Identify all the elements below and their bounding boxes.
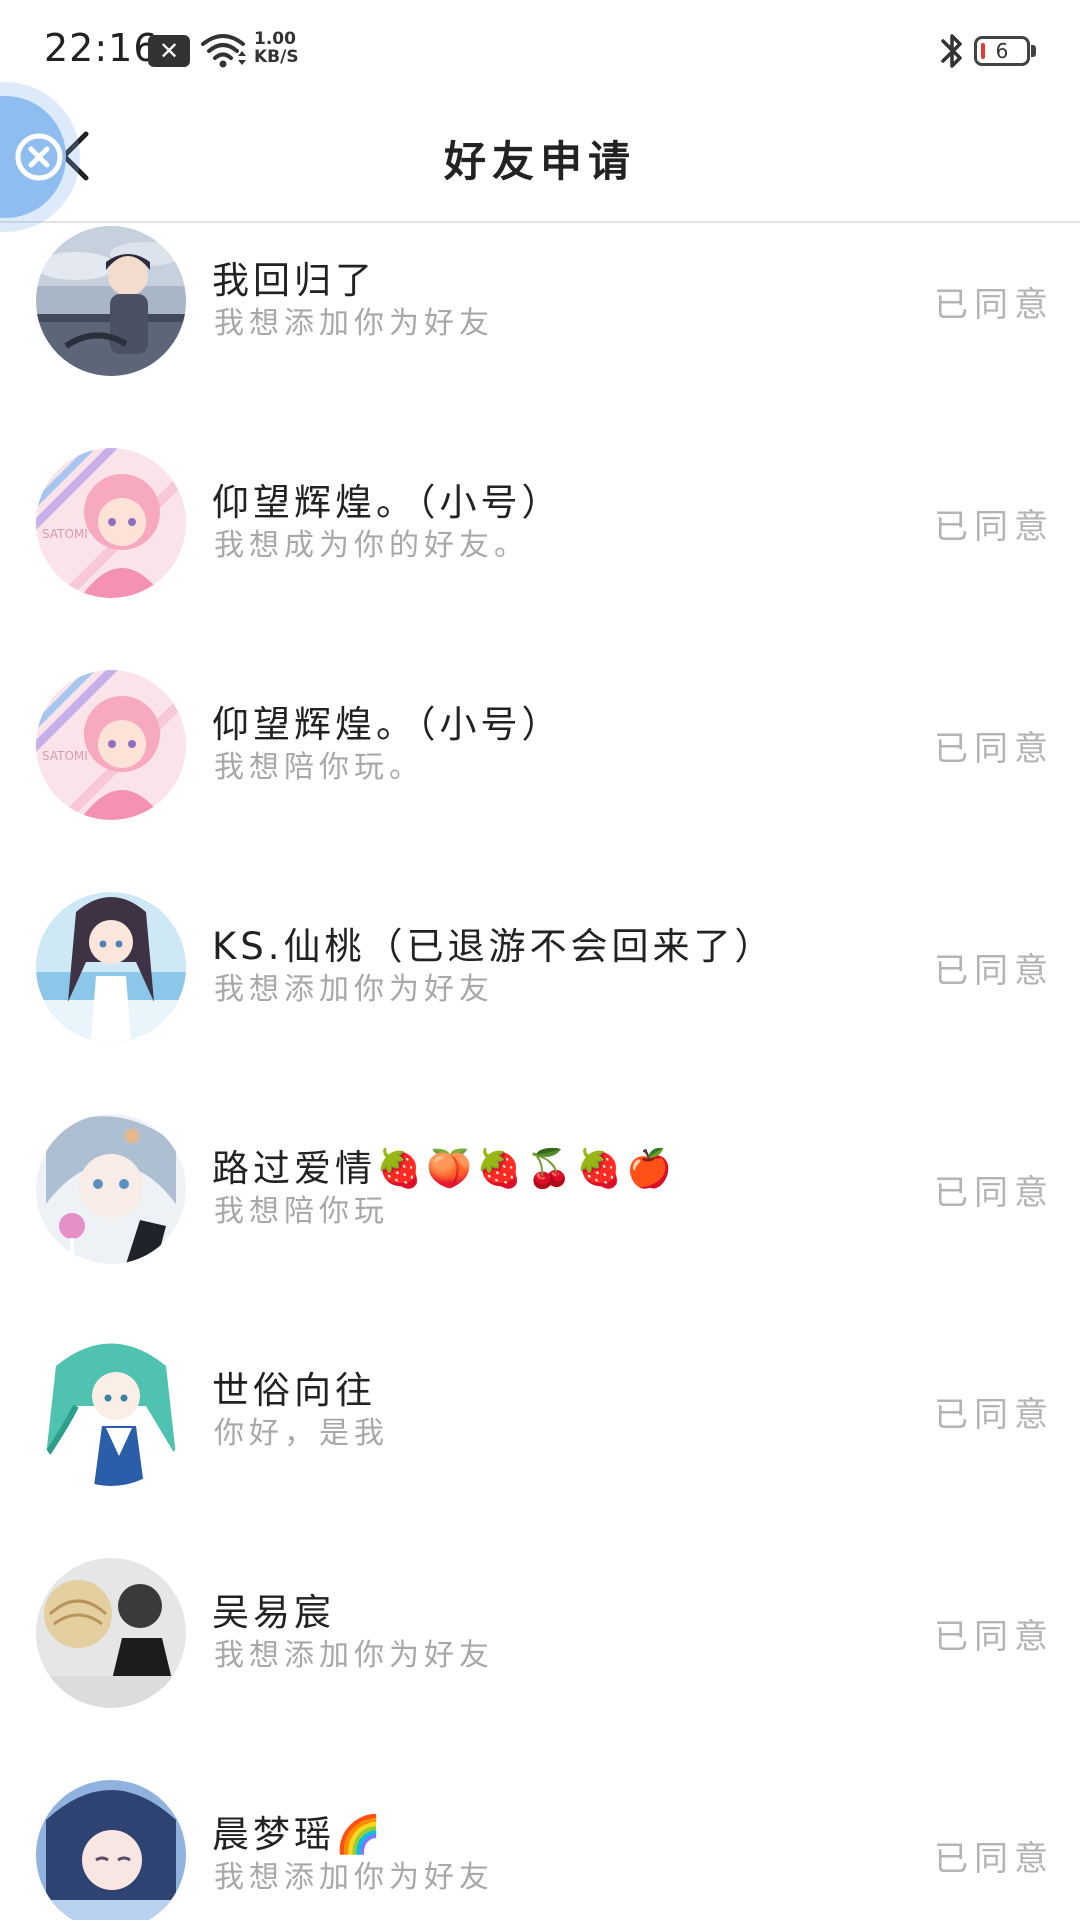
battery-icon: 6: [974, 36, 1030, 66]
avatar[interactable]: SATOMI: [36, 670, 186, 820]
list-item[interactable]: SATOMI 仰望辉煌。（小号） 我想陪你玩。 已同意: [0, 666, 1080, 888]
list-item[interactable]: 晨梦瑶🌈 我想添加你为好友 已同意: [0, 1776, 1080, 1920]
request-message: 我想陪你玩。: [214, 750, 424, 785]
request-status: 已同意: [934, 729, 1054, 769]
wifi-icon: [201, 34, 246, 68]
requester-name: 晨梦瑶🌈: [212, 1813, 386, 1856]
network-speed: 1.00 KB/S: [254, 30, 299, 66]
list-item[interactable]: 世俗向往 你好，是我 已同意: [0, 1332, 1080, 1554]
list-item[interactable]: 路过爱情🍓🍑🍓🍒🍓🍎 我想陪你玩 已同意: [0, 1110, 1080, 1332]
request-message: 我想成为你的好友。: [214, 528, 529, 563]
request-status: 已同意: [934, 285, 1054, 325]
app-header: 好友申请: [0, 100, 1080, 223]
avatar[interactable]: [36, 1558, 186, 1708]
request-status: 已同意: [934, 1395, 1054, 1435]
request-status: 已同意: [934, 1617, 1054, 1657]
list-item[interactable]: KS.仙桃（已退游不会回来了） 我想添加你为好友 已同意: [0, 888, 1080, 1110]
request-status: 已同意: [934, 951, 1054, 991]
list-item[interactable]: 吴易宸 我想添加你为好友 已同意: [0, 1554, 1080, 1776]
avatar[interactable]: [36, 1114, 186, 1264]
request-message: 我想添加你为好友: [214, 1860, 494, 1895]
list-item[interactable]: SATOMI 仰望辉煌。（小号） 我想成为你的好友。 已同意: [0, 444, 1080, 666]
svg-text:SATOMI: SATOMI: [42, 527, 88, 541]
request-message: 我想添加你为好友: [214, 1638, 494, 1673]
avatar[interactable]: [36, 892, 186, 1042]
network-speed-value: 1.00: [254, 29, 296, 49]
bluetooth-icon: [941, 34, 962, 68]
notification-close-icon: ✕: [148, 35, 190, 67]
request-status: 已同意: [934, 1173, 1054, 1213]
page-title: 好友申请: [443, 137, 636, 186]
requester-name: 路过爱情🍓🍑🍓🍒🍓🍎: [212, 1147, 677, 1190]
requester-name: 吴易宸: [212, 1591, 335, 1634]
avatar[interactable]: [36, 226, 186, 376]
request-message: 你好，是我: [214, 1416, 389, 1451]
request-message: 我想添加你为好友: [214, 306, 494, 341]
requester-name: 我回归了: [212, 259, 376, 302]
floating-bubble-inner: [0, 96, 66, 218]
svg-text:SATOMI: SATOMI: [42, 749, 88, 763]
request-message: 我想陪你玩: [214, 1194, 389, 1229]
avatar[interactable]: [36, 1780, 186, 1920]
network-speed-unit: KB/S: [254, 47, 299, 67]
avatar[interactable]: [36, 1336, 186, 1486]
request-message: 我想添加你为好友: [214, 972, 494, 1007]
request-status: 已同意: [934, 1839, 1054, 1879]
requester-name: 世俗向往: [212, 1369, 376, 1412]
requester-name: 仰望辉煌。（小号）: [212, 703, 563, 746]
close-circle-icon: [15, 133, 63, 181]
avatar[interactable]: SATOMI: [36, 448, 186, 598]
requester-name: 仰望辉煌。（小号）: [212, 481, 563, 524]
requester-name: KS.仙桃（已退游不会回来了）: [212, 925, 776, 968]
battery-level-text: 6: [995, 39, 1009, 63]
status-bar: 22:16 ✕ 1.00 KB/S 6: [0, 0, 1080, 100]
friend-requests-screen: 22:16 ✕ 1.00 KB/S 6 好友申请 我回归了 我想添加你为好友 已…: [0, 0, 1080, 1920]
status-time: 22:16: [44, 26, 159, 70]
battery-tip: [1031, 45, 1036, 57]
list-item[interactable]: 我回归了 我想添加你为好友 已同意: [0, 222, 1080, 444]
friend-request-list: 我回归了 我想添加你为好友 已同意 SATOMI 仰望辉煌。（小号） 我想成为你…: [0, 222, 1080, 1920]
request-status: 已同意: [934, 507, 1054, 547]
